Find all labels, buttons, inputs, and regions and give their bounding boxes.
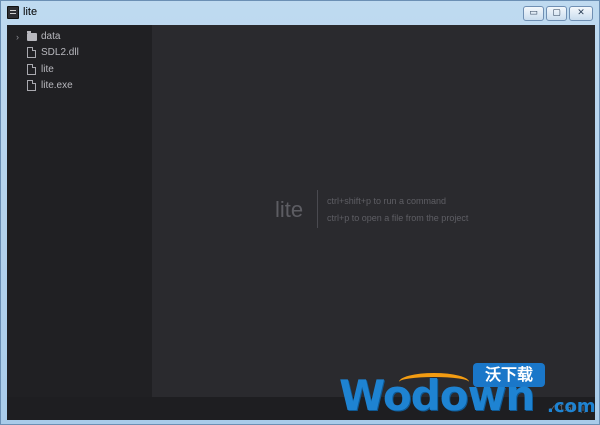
close-button[interactable]: ✕ (569, 6, 593, 21)
chevron-right-icon[interactable]: › (16, 29, 19, 45)
app-window: lite ▭ ▢ ✕ › data SDL2.dll lite lite.exe (0, 0, 600, 425)
file-icon (27, 64, 36, 75)
open-file-hint: ctrl+p to open a file from the project (327, 213, 469, 223)
window-title: lite (23, 6, 38, 18)
tree-item-label: lite.exe (41, 80, 73, 91)
minimize-button[interactable]: ▭ (523, 6, 544, 21)
folder-icon (27, 31, 37, 41)
tree-item-label: data (41, 31, 61, 42)
watermark-domain: .com (547, 396, 596, 417)
splash-divider (317, 190, 318, 228)
watermark-text: Wodown (339, 371, 535, 420)
app-icon[interactable] (7, 6, 19, 19)
splash-logo: lite (275, 197, 304, 222)
tree-item-sdl2-dll[interactable]: SDL2.dll (7, 45, 152, 61)
file-icon (27, 80, 36, 91)
tree-item-label: SDL2.dll (41, 47, 79, 58)
watermark-logo: 沃下载 Wodown .com (339, 363, 597, 423)
tree-item-lite[interactable]: lite (7, 62, 152, 78)
editor-area[interactable]: lite ctrl+shift+p to run a command ctrl+… (152, 25, 595, 397)
title-bar[interactable]: lite ▭ ▢ ✕ (1, 1, 599, 25)
file-icon (27, 47, 36, 58)
tree-item-lite-exe[interactable]: lite.exe (7, 78, 152, 94)
tree-item-label: lite (41, 64, 54, 75)
tree-item-data-folder[interactable]: › data (7, 29, 152, 45)
project-tree: › data SDL2.dll lite lite.exe (7, 25, 152, 397)
editor-client: › data SDL2.dll lite lite.exe lite ctrl+… (7, 25, 595, 420)
maximize-button[interactable]: ▢ (546, 6, 567, 21)
command-hint: ctrl+shift+p to run a command (327, 196, 447, 206)
